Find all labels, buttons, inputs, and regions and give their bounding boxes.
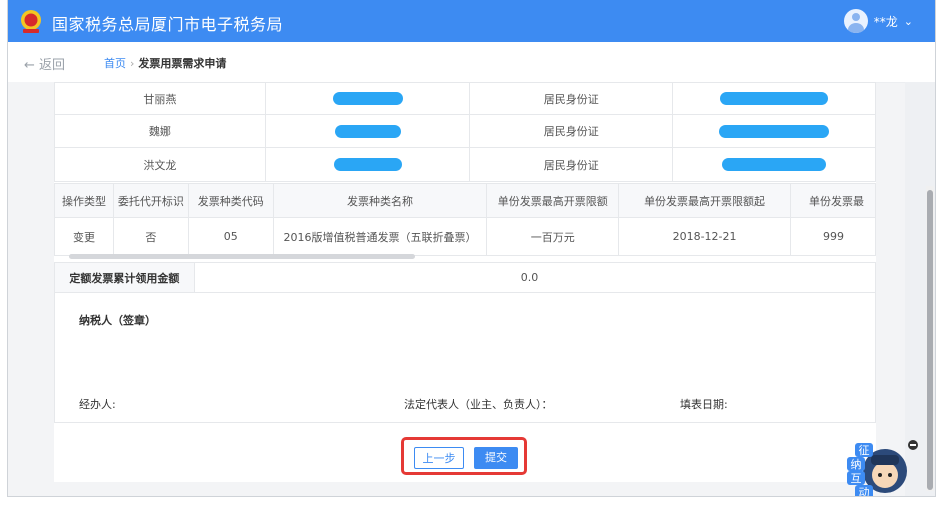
app-title: 国家税务总局厦门市电子税务局 (52, 15, 284, 34)
table-row: 定额发票累计领用金额 0.0 (54, 262, 877, 293)
user-menu[interactable]: **龙 ⌄ (843, 9, 913, 33)
fill-date-label: 填表日期: (680, 398, 728, 411)
table-header-row: 操作类型 委托代开标识 发票种类代码 发票种类名称 单份发票最高开票限额 单份发… (54, 183, 877, 218)
max-limit-cell: 一百万元 (486, 217, 620, 256)
left-gutter (8, 82, 54, 496)
breadcrumb-home-link[interactable]: 首页 (104, 57, 126, 70)
id-number-redacted (672, 147, 876, 182)
tax-emblem-icon (21, 10, 41, 33)
horizontal-scrollbar[interactable] (69, 254, 415, 259)
column-header: 单份发票最高开票限额起 (618, 183, 791, 218)
invoice-type-table: 操作类型 委托代开标识 发票种类代码 发票种类名称 单份发票最高开票限额 单份发… (54, 183, 877, 256)
browser-frame: 国家税务总局厦门市电子税务局 **龙 ⌄ ← 返回 首页 › 发票用票需求申请 甘丽… (7, 0, 936, 497)
person-name: 甘丽燕 (54, 82, 266, 115)
submit-button[interactable]: 提交 (474, 447, 518, 469)
mascot-char: 动 (859, 486, 870, 497)
breadcrumb-bar: ← 返回 首页 › 发票用票需求申请 (8, 42, 935, 83)
table-row: 变更 否 05 2016版增值税普通发票（五联折叠票） 一百万元 2018-12… (54, 217, 877, 256)
id-type: 居民身份证 (469, 147, 674, 182)
quota-label: 定额发票累计领用金额 (54, 262, 195, 293)
column-header: 单份发票最高开票限额 (486, 183, 620, 218)
column-header: 发票种类名称 (272, 183, 488, 218)
proxy-flag-cell: 否 (112, 217, 189, 256)
authorized-persons-table: 甘丽燕 居民身份证 魏娜 居民身份证 洪文龙 居民身份证 (54, 82, 876, 182)
vertical-scrollbar-thumb[interactable] (927, 190, 933, 490)
chevron-down-icon[interactable]: ⌄ (904, 15, 913, 28)
user-name[interactable]: **龙 (874, 13, 898, 30)
mascot-char: 征 (859, 444, 870, 457)
column-header: 发票种类代码 (187, 183, 274, 218)
breadcrumb-current: 发票用票需求申请 (138, 57, 227, 70)
previous-step-button[interactable]: 上一步 (414, 447, 464, 469)
table-row: 洪文龙 居民身份证 (54, 147, 876, 182)
tax-assistant-mascot-icon[interactable]: 征 纳 互 动 (841, 437, 911, 497)
id-number-redacted (264, 82, 471, 115)
close-icon[interactable] (908, 440, 918, 450)
legal-representative-label: 法定代表人（业主、负责人）： (404, 398, 553, 411)
invoice-code-cell: 05 (187, 217, 274, 256)
form-card: 甘丽燕 居民身份证 魏娜 居民身份证 洪文龙 居民身份证 操作类型 委托代开标识… (54, 82, 877, 482)
breadcrumb: 首页 › 发票用票需求申请 (104, 55, 226, 71)
action-buttons-highlight: 上一步 提交 (401, 437, 527, 475)
id-number-redacted (672, 82, 876, 115)
mascot-char: 互 (851, 472, 862, 485)
quota-table: 定额发票累计领用金额 0.0 (54, 262, 877, 293)
back-button[interactable]: ← 返回 (24, 54, 65, 73)
column-header: 委托代开标识 (112, 183, 189, 218)
signature-area: 纳税人（签章） 经办人: 法定代表人（业主、负责人）： 填表日期: (54, 292, 876, 423)
top-bar: 国家税务总局厦门市电子税务局 **龙 ⌄ (8, 0, 935, 42)
table-row: 魏娜 居民身份证 (54, 114, 876, 148)
person-name: 魏娜 (54, 114, 266, 148)
taxpayer-seal-label: 纳税人（签章） (79, 314, 156, 327)
id-number-redacted (264, 147, 471, 182)
avatar[interactable] (843, 9, 868, 33)
column-header: 单份发票最 (789, 183, 877, 218)
id-number-redacted (264, 114, 471, 148)
column-header: 操作类型 (54, 183, 114, 218)
invoice-name-cell: 2016版增值税普通发票（五联折叠票） (272, 217, 488, 256)
operation-type-cell: 变更 (54, 217, 114, 256)
breadcrumb-separator: › (130, 57, 135, 70)
quota-value: 0.0 (193, 262, 877, 293)
limit-start-date-cell: 2018-12-21 (618, 217, 791, 256)
person-name: 洪文龙 (54, 147, 266, 182)
handler-label: 经办人: (79, 398, 116, 411)
truncated-cell: 999 (789, 217, 877, 256)
table-row: 甘丽燕 居民身份证 (54, 82, 876, 115)
id-type: 居民身份证 (469, 82, 674, 115)
mascot-char: 纳 (851, 458, 862, 471)
id-type: 居民身份证 (469, 114, 674, 148)
id-number-redacted (672, 114, 876, 148)
